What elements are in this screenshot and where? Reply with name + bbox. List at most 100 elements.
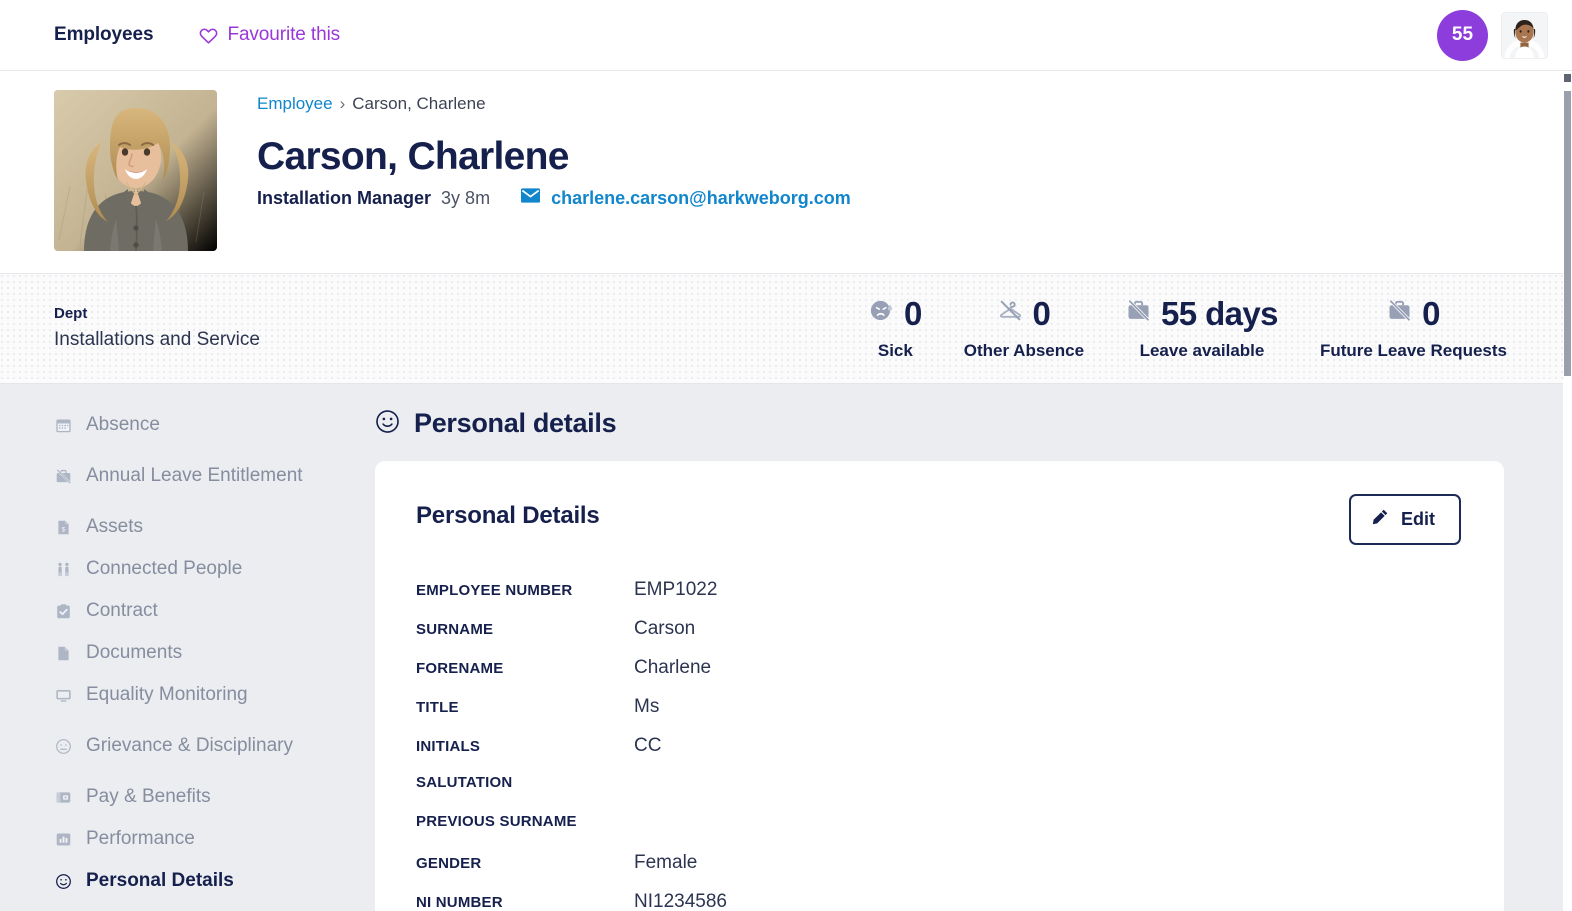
sidebar-item-performance[interactable]: Performance	[54, 818, 355, 860]
dept-block: Dept Installations and Service	[54, 303, 260, 353]
stat-value: 0	[1032, 294, 1051, 332]
sidebar-item-contract[interactable]: Contract	[54, 590, 355, 632]
sidebar-item-personal-details[interactable]: Personal Details	[54, 860, 355, 902]
stat-value: 0	[1422, 294, 1440, 332]
svg-text:$: $	[61, 526, 65, 533]
stat-label: Sick	[877, 340, 913, 360]
sidebar-item-label: Connected People	[86, 558, 243, 580]
briefcase-off-icon	[1126, 298, 1151, 328]
field-label: Salutation	[416, 774, 513, 791]
field-row: Forename Charlene	[416, 657, 1461, 696]
sidebar-item-label: Annual Leave Entitlement	[86, 465, 303, 487]
sidebar-item-label: Personal Details	[86, 870, 234, 892]
dept-label: Dept	[54, 305, 88, 323]
favourite-this-button[interactable]: Favourite this	[199, 24, 340, 46]
breadcrumb-separator: ›	[339, 94, 346, 113]
field-row: NI Number NI1234586	[416, 891, 1461, 911]
stat-label: Other Absence	[963, 340, 1085, 360]
top-bar: Employees Favourite this 55	[0, 0, 1572, 71]
sidebar-item-label: Assets	[86, 516, 144, 538]
neutral-face-icon	[54, 737, 72, 755]
employee-header: Employee › Carson, Charlene Carson, Char…	[0, 71, 1572, 274]
employee-role: Installation Manager	[257, 187, 432, 208]
favourite-this-label: Favourite this	[227, 24, 341, 45]
sidebar-item-grievance-disciplinary[interactable]: Grievance & Disciplinary	[54, 716, 355, 776]
sidebar-item-pay-benefits[interactable]: Pay & Benefits	[54, 776, 355, 818]
bar-chart-icon	[54, 830, 72, 848]
card-header: Personal Details Edit	[416, 494, 1461, 545]
field-value: Ms	[634, 696, 660, 717]
notification-badge[interactable]: 55	[1437, 9, 1488, 61]
field-value: Female	[634, 852, 698, 873]
field-label: Forename	[416, 660, 504, 677]
field-label: Previous Surname	[416, 813, 577, 830]
briefcase-off-icon	[54, 467, 72, 485]
page-title: Employees	[54, 24, 154, 45]
sidebar: Absence Annual Leave Entitlement $ Asset…	[0, 384, 355, 911]
sidebar-item-assets[interactable]: $ Assets	[54, 506, 355, 548]
breadcrumb-link-employee[interactable]: Employee	[257, 94, 333, 114]
dept-value: Installations and Service	[54, 328, 260, 350]
briefcase-off-icon	[1387, 298, 1412, 328]
field-row: Gender Female	[416, 852, 1461, 891]
stat-label: Leave available	[1139, 340, 1265, 360]
card-title: Personal Details	[416, 502, 600, 529]
stat-leave-available[interactable]: 55 days Leave available	[1105, 297, 1299, 361]
field-row: Surname Carson	[416, 618, 1461, 657]
smiley-face-icon	[54, 872, 72, 890]
field-label: Title	[416, 699, 459, 716]
top-bar-right: 55	[1437, 9, 1548, 61]
stat-value: 0	[903, 294, 922, 332]
personal-details-fields: Employee Number EMP1022 Surname Carson F…	[416, 579, 1461, 911]
sidebar-item-label: Pay & Benefits	[86, 786, 211, 808]
section-heading: Personal details	[375, 408, 1504, 439]
heart-outline-icon	[199, 26, 218, 45]
stats-bar: Dept Installations and Service 0 Sick 0 …	[0, 274, 1572, 384]
field-row: Salutation	[416, 774, 1461, 813]
sidebar-item-annual-leave-entitlement[interactable]: Annual Leave Entitlement	[54, 446, 355, 506]
employee-tenure: 3y 8m	[441, 187, 491, 208]
app-page: Employees Favourite this 55 Employee › C…	[0, 0, 1572, 911]
field-label: Employee Number	[416, 582, 573, 599]
employee-meta: Installation Manager 3y 8m charlene.cars…	[257, 188, 1548, 209]
stat-sick[interactable]: 0 Sick	[848, 297, 943, 361]
field-row: Initials CC	[416, 735, 1461, 774]
personal-details-card: Personal Details Edit Employee Num	[375, 461, 1504, 911]
breadcrumb-current: Carson, Charlene	[352, 94, 486, 113]
stat-other-absence[interactable]: 0 Other Absence	[943, 297, 1105, 361]
employee-email-link[interactable]: charlene.carson@harkweborg.com	[521, 188, 851, 209]
field-row: Title Ms	[416, 696, 1461, 735]
scrollbar-up-arrow[interactable]	[1564, 74, 1571, 82]
stat-label: Future Leave Requests	[1319, 340, 1507, 360]
stat-future-leave-requests[interactable]: 0 Future Leave Requests	[1299, 297, 1528, 361]
field-value: Charlene	[634, 657, 712, 678]
stat-list: 0 Sick 0 Other Absence 55 days Leave ava…	[848, 297, 1528, 361]
employee-name: Carson, Charlene	[257, 135, 569, 178]
sidebar-item-label: Contract	[86, 600, 158, 622]
avatar[interactable]	[1501, 11, 1548, 59]
document-icon	[54, 644, 72, 662]
edit-button[interactable]: Edit	[1349, 494, 1461, 545]
sidebar-item-absence[interactable]: Absence	[54, 404, 355, 446]
employee-info: Employee › Carson, Charlene Carson, Char…	[257, 90, 1548, 251]
field-label: NI Number	[416, 894, 503, 911]
breadcrumb: Employee › Carson, Charlene	[257, 94, 1548, 114]
field-value: CC	[634, 735, 662, 756]
scrollbar-thumb[interactable]	[1564, 91, 1571, 376]
sidebar-item-label: Equality Monitoring	[86, 684, 248, 706]
field-label: Surname	[416, 621, 494, 638]
sidebar-item-documents[interactable]: Documents	[54, 632, 355, 674]
employee-email-text: charlene.carson@harkweborg.com	[551, 187, 851, 208]
field-row: Employee Number EMP1022	[416, 579, 1461, 618]
clipboard-check-icon	[54, 602, 72, 620]
field-label: Gender	[416, 855, 482, 872]
stat-value: 55 days	[1161, 294, 1279, 332]
body-region: Absence Annual Leave Entitlement $ Asset…	[0, 384, 1572, 911]
edit-button-label: Edit	[1401, 509, 1435, 529]
field-row: Previous Surname	[416, 813, 1461, 852]
calendar-icon	[54, 416, 72, 434]
sidebar-item-label: Performance	[86, 828, 195, 850]
field-value: Carson	[634, 618, 696, 639]
sidebar-item-connected-people[interactable]: Connected People	[54, 548, 355, 590]
sidebar-item-equality-monitoring[interactable]: Equality Monitoring	[54, 674, 355, 716]
